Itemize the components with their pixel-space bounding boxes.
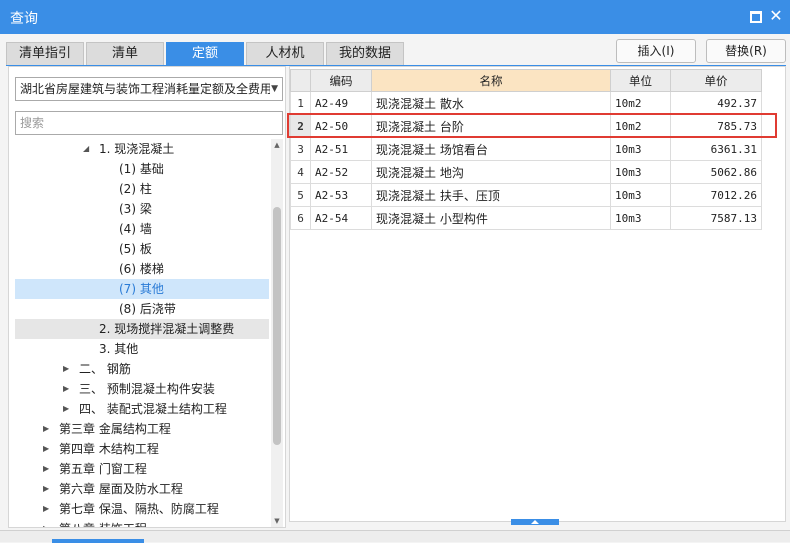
- left-panel: 湖北省房屋建筑与装饰工程消耗量定额及全费用 ▼ 搜索 ◢ 1. 现浇混凝土 (1…: [8, 66, 286, 528]
- tree-node[interactable]: (8) 后浇带: [15, 299, 269, 319]
- column-header-code[interactable]: 编码: [310, 69, 372, 92]
- insert-button[interactable]: 插入(I): [616, 39, 696, 63]
- collapsed-triangle-icon[interactable]: ▶: [63, 399, 69, 419]
- collapsed-triangle-icon[interactable]: ▶: [43, 499, 49, 519]
- table-row[interactable]: 5 A2-53 现浇混凝土 扶手、压顶 10m3 7012.26: [290, 183, 762, 207]
- collapsed-triangle-icon[interactable]: ▶: [43, 459, 49, 479]
- bottom-tab-indicator[interactable]: [52, 539, 144, 543]
- collapsed-triangle-icon[interactable]: ▶: [43, 439, 49, 459]
- tree-node[interactable]: (2) 柱: [15, 179, 269, 199]
- tree-node[interactable]: ◢ 1. 现浇混凝土: [15, 139, 269, 159]
- collapsed-triangle-icon[interactable]: ▶: [43, 419, 49, 439]
- tree-node[interactable]: ▶ 第六章 屋面及防水工程: [15, 479, 269, 499]
- collapsed-triangle-icon[interactable]: ▶: [43, 519, 49, 527]
- tree-node[interactable]: (1) 基础: [15, 159, 269, 179]
- search-input[interactable]: 搜索: [15, 111, 283, 135]
- collapsed-triangle-icon[interactable]: ▶: [43, 479, 49, 499]
- tree-node[interactable]: (5) 板: [15, 239, 269, 259]
- tree-node-selected[interactable]: (7) 其他: [15, 279, 269, 299]
- scroll-down-icon[interactable]: ▼: [271, 515, 283, 527]
- tree-node[interactable]: ▶ 第七章 保温、隔热、防腐工程: [15, 499, 269, 519]
- panel-splitter-handle[interactable]: [511, 519, 559, 525]
- close-icon[interactable]: ✕: [768, 8, 784, 24]
- table-row-selected[interactable]: 2 A2-50 现浇混凝土 台阶 10m2 785.73: [290, 114, 762, 138]
- tree-node[interactable]: ▶ 第五章 门窗工程: [15, 459, 269, 479]
- chevron-down-icon[interactable]: ▼: [271, 78, 278, 100]
- table-row[interactable]: 6 A2-54 现浇混凝土 小型构件 10m3 7587.13: [290, 206, 762, 230]
- tree-node[interactable]: ▶ 第八章 装饰工程: [15, 519, 269, 527]
- tab-my-data[interactable]: 我的数据: [326, 42, 404, 66]
- tree-node[interactable]: ▶ 三、 预制混凝土构件安装: [15, 379, 269, 399]
- table-row[interactable]: 1 A2-49 现浇混凝土 散水 10m2 492.37: [290, 91, 762, 115]
- column-header-name[interactable]: 名称: [371, 69, 611, 92]
- scrollbar-thumb[interactable]: [273, 207, 281, 445]
- tree-node[interactable]: (4) 墙: [15, 219, 269, 239]
- column-header-index: [290, 69, 311, 92]
- tree-node[interactable]: ▶ 四、 装配式混凝土结构工程: [15, 399, 269, 419]
- tree-node[interactable]: ▶ 第三章 金属结构工程: [15, 419, 269, 439]
- tree-node[interactable]: ▶ 第四章 木结构工程: [15, 439, 269, 459]
- quota-grid-panel: 编码 名称 单位 单价 1 A2-49 现浇混凝土 散水 10m2 492.37…: [289, 66, 786, 522]
- tree-node[interactable]: (3) 梁: [15, 199, 269, 219]
- quota-table: 编码 名称 单位 单价 1 A2-49 现浇混凝土 散水 10m2 492.37…: [290, 69, 762, 230]
- column-header-price[interactable]: 单价: [670, 69, 762, 92]
- chapter-tree: ◢ 1. 现浇混凝土 (1) 基础 (2) 柱 (3) 梁 (4) 墙 (5) …: [15, 139, 269, 527]
- title-bar: 查询 ✕: [0, 0, 790, 34]
- replace-button[interactable]: 替换(R): [706, 39, 786, 63]
- tab-labor-material-machine[interactable]: 人材机: [246, 42, 324, 66]
- column-header-unit[interactable]: 单位: [610, 69, 671, 92]
- table-header: 编码 名称 单位 单价: [290, 69, 762, 92]
- tab-quota[interactable]: 定额: [166, 42, 244, 66]
- tab-bill[interactable]: 清单: [86, 42, 164, 66]
- quota-library-value: 湖北省房屋建筑与装饰工程消耗量定额及全费用: [20, 82, 270, 96]
- tree-node[interactable]: ▶ 二、 钢筋: [15, 359, 269, 379]
- tree-node[interactable]: 2. 现场搅拌混凝土调整费: [15, 319, 269, 339]
- tab-bill-guide[interactable]: 清单指引: [6, 42, 84, 66]
- scroll-up-icon[interactable]: ▲: [271, 139, 283, 151]
- window-title: 查询: [10, 11, 38, 27]
- table-row[interactable]: 3 A2-51 现浇混凝土 场馆看台 10m3 6361.31: [290, 137, 762, 161]
- tree-node[interactable]: 3. 其他: [15, 339, 269, 359]
- tree-scrollbar[interactable]: ▲ ▼: [271, 139, 283, 527]
- tree-node[interactable]: (6) 楼梯: [15, 259, 269, 279]
- collapsed-triangle-icon[interactable]: ▶: [63, 379, 69, 399]
- table-row[interactable]: 4 A2-52 现浇混凝土 地沟 10m3 5062.86: [290, 160, 762, 184]
- quota-library-select[interactable]: 湖北省房屋建筑与装饰工程消耗量定额及全费用 ▼: [15, 77, 283, 101]
- bottom-bar: [0, 530, 790, 543]
- maximize-icon[interactable]: [747, 8, 763, 24]
- collapsed-triangle-icon[interactable]: ▶: [63, 359, 69, 379]
- expanded-triangle-icon[interactable]: ◢: [83, 139, 89, 159]
